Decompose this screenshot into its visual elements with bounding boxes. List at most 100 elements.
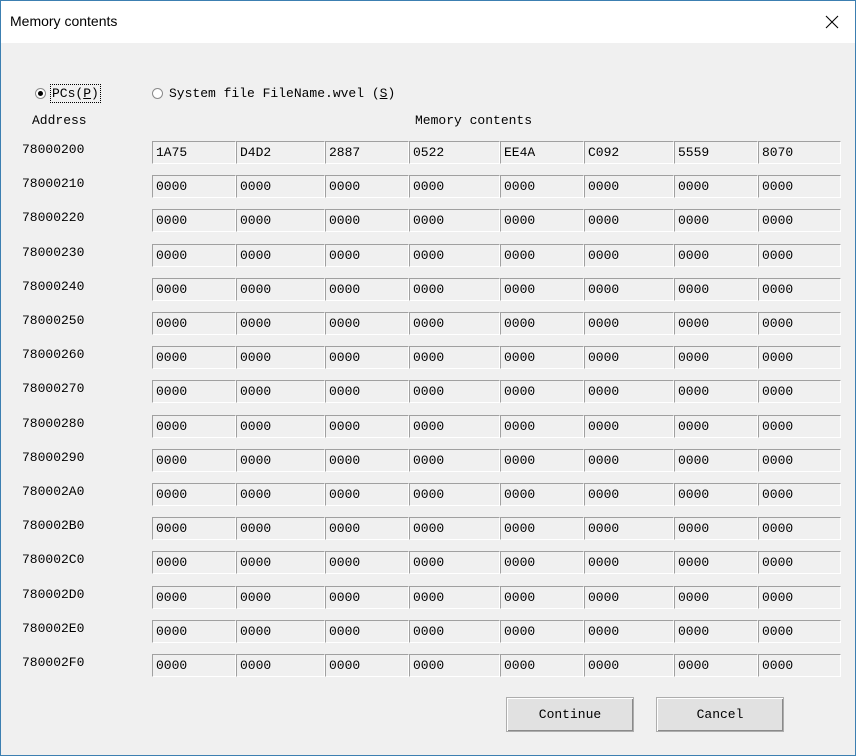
memory-cell[interactable]: 0000 [584, 620, 674, 643]
memory-cell[interactable]: 0000 [758, 551, 841, 574]
memory-cell[interactable]: 0000 [325, 346, 409, 369]
memory-cell[interactable]: D4D2 [236, 141, 325, 164]
memory-cell[interactable]: 0000 [409, 586, 500, 609]
memory-cell[interactable]: 0000 [584, 586, 674, 609]
memory-cell[interactable]: 0000 [500, 278, 584, 301]
memory-cell[interactable]: 0000 [758, 278, 841, 301]
radio-pcs[interactable]: PCs(P) [35, 84, 101, 103]
memory-cell[interactable]: 0000 [674, 346, 758, 369]
memory-cell[interactable]: 0000 [325, 244, 409, 267]
memory-cell[interactable]: 0000 [584, 244, 674, 267]
memory-cell[interactable]: 0000 [584, 551, 674, 574]
memory-cell[interactable]: 0000 [500, 209, 584, 232]
memory-cell[interactable]: 0000 [152, 620, 236, 643]
memory-cell[interactable]: 0000 [236, 654, 325, 677]
memory-cell[interactable]: 0000 [674, 483, 758, 506]
memory-cell[interactable]: 0000 [500, 449, 584, 472]
memory-cell[interactable]: C092 [584, 141, 674, 164]
memory-cell[interactable]: 0000 [758, 620, 841, 643]
memory-cell[interactable]: 0000 [758, 483, 841, 506]
memory-cell[interactable]: 0000 [409, 483, 500, 506]
memory-cell[interactable]: 0000 [500, 483, 584, 506]
memory-cell[interactable]: 0000 [152, 517, 236, 540]
memory-cell[interactable]: 0000 [325, 312, 409, 335]
memory-cell[interactable]: 0000 [758, 175, 841, 198]
memory-cell[interactable]: 0000 [674, 620, 758, 643]
memory-cell[interactable]: 0000 [152, 551, 236, 574]
memory-cell[interactable]: 0000 [409, 312, 500, 335]
memory-cell[interactable]: 0000 [236, 312, 325, 335]
memory-cell[interactable]: 0000 [325, 551, 409, 574]
memory-cell[interactable]: 0000 [236, 620, 325, 643]
memory-cell[interactable]: 0000 [325, 278, 409, 301]
memory-cell[interactable]: 0000 [674, 244, 758, 267]
memory-cell[interactable]: 0000 [758, 586, 841, 609]
memory-cell[interactable]: 0000 [409, 654, 500, 677]
memory-cell[interactable]: 0000 [152, 415, 236, 438]
memory-cell[interactable]: 0000 [325, 175, 409, 198]
memory-cell[interactable]: 0000 [152, 312, 236, 335]
memory-cell[interactable]: 0000 [758, 449, 841, 472]
memory-cell[interactable]: 0000 [500, 586, 584, 609]
memory-cell[interactable]: 0000 [758, 517, 841, 540]
memory-cell[interactable]: 0000 [500, 551, 584, 574]
memory-cell[interactable]: 0000 [152, 380, 236, 403]
memory-cell[interactable]: 0000 [409, 380, 500, 403]
memory-cell[interactable]: 0000 [325, 654, 409, 677]
memory-cell[interactable]: 0000 [152, 483, 236, 506]
memory-cell[interactable]: 2887 [325, 141, 409, 164]
memory-cell[interactable]: 0000 [325, 415, 409, 438]
close-button[interactable] [809, 1, 855, 43]
memory-cell[interactable]: 5559 [674, 141, 758, 164]
memory-cell[interactable]: 0000 [674, 551, 758, 574]
memory-cell[interactable]: 0000 [674, 312, 758, 335]
memory-cell[interactable]: 0000 [409, 244, 500, 267]
memory-cell[interactable]: 0000 [674, 449, 758, 472]
memory-cell[interactable]: 0000 [409, 278, 500, 301]
memory-cell[interactable]: 0000 [758, 415, 841, 438]
memory-cell[interactable]: 1A75 [152, 141, 236, 164]
radio-system-file[interactable]: System file FileName.wvel (S) [152, 86, 395, 101]
memory-cell[interactable]: 0000 [584, 415, 674, 438]
memory-cell[interactable]: 0000 [584, 175, 674, 198]
memory-cell[interactable]: 0000 [325, 517, 409, 540]
cancel-button[interactable]: Cancel [656, 697, 784, 732]
memory-cell[interactable]: 0000 [152, 175, 236, 198]
memory-cell[interactable]: 0000 [500, 654, 584, 677]
memory-cell[interactable]: 0000 [674, 278, 758, 301]
memory-cell[interactable]: 0000 [409, 415, 500, 438]
memory-cell[interactable]: 0000 [500, 346, 584, 369]
memory-cell[interactable]: 0000 [758, 654, 841, 677]
memory-cell[interactable]: 0000 [236, 175, 325, 198]
memory-cell[interactable]: 0000 [236, 449, 325, 472]
memory-cell[interactable]: 0000 [236, 586, 325, 609]
memory-cell[interactable]: 0000 [674, 586, 758, 609]
memory-cell[interactable]: 0000 [236, 483, 325, 506]
memory-cell[interactable]: 0000 [236, 380, 325, 403]
memory-cell[interactable]: 0000 [236, 346, 325, 369]
memory-cell[interactable]: 0000 [152, 449, 236, 472]
memory-cell[interactable]: 0000 [584, 517, 674, 540]
memory-cell[interactable]: 0522 [409, 141, 500, 164]
memory-cell[interactable]: 0000 [758, 312, 841, 335]
memory-cell[interactable]: 0000 [409, 551, 500, 574]
continue-button[interactable]: Continue [506, 697, 634, 732]
memory-cell[interactable]: 0000 [409, 449, 500, 472]
memory-cell[interactable]: 0000 [500, 415, 584, 438]
memory-cell[interactable]: 0000 [236, 415, 325, 438]
memory-cell[interactable]: 0000 [584, 380, 674, 403]
memory-cell[interactable]: 0000 [152, 586, 236, 609]
memory-cell[interactable]: 0000 [500, 175, 584, 198]
memory-cell[interactable]: 0000 [584, 483, 674, 506]
memory-cell[interactable]: 0000 [584, 312, 674, 335]
memory-cell[interactable]: 0000 [674, 415, 758, 438]
memory-cell[interactable]: 0000 [758, 209, 841, 232]
memory-cell[interactable]: 0000 [152, 209, 236, 232]
memory-cell[interactable]: 0000 [674, 175, 758, 198]
memory-cell[interactable]: 0000 [409, 175, 500, 198]
memory-cell[interactable]: 0000 [500, 312, 584, 335]
memory-cell[interactable]: 0000 [409, 517, 500, 540]
memory-cell[interactable]: 0000 [584, 209, 674, 232]
memory-cell[interactable]: 0000 [325, 620, 409, 643]
memory-cell[interactable]: 0000 [584, 346, 674, 369]
